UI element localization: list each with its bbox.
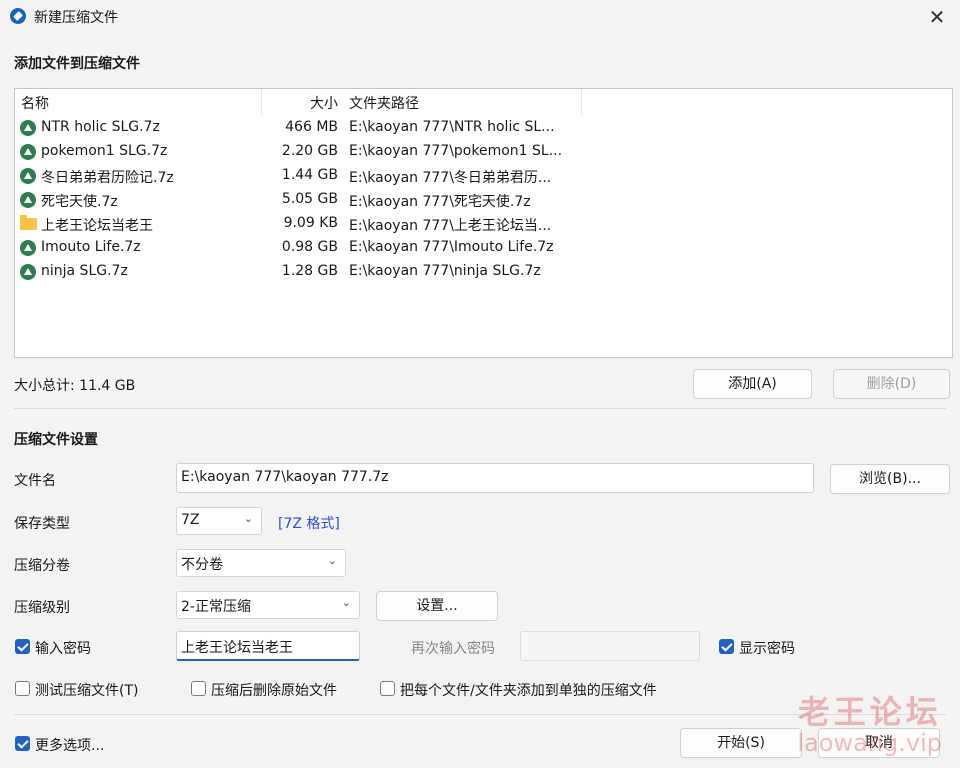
- folder-icon: [20, 215, 37, 230]
- 7z-archive-icon: [20, 168, 36, 184]
- close-icon[interactable]: ✕: [924, 4, 950, 30]
- chevron-down-icon: ⌄: [341, 596, 351, 609]
- watermark-text: 老王论坛: [797, 693, 942, 731]
- file-name: NTR holic SLG.7z: [41, 119, 160, 135]
- list-header: 名称 大小 文件夹路径: [15, 89, 952, 115]
- separate-archives-checkbox[interactable]: [380, 681, 395, 696]
- 7z-archive-icon: [20, 120, 36, 136]
- file-size: 1.28 GB: [281, 263, 338, 279]
- level-select[interactable]: 2-正常压缩 ⌄: [176, 591, 360, 619]
- filename-input[interactable]: E:\kaoyan 777\kaoyan 777.7z: [176, 463, 814, 493]
- file-size: 466 MB: [285, 119, 338, 135]
- file-size: 5.05 GB: [281, 191, 338, 207]
- 7z-archive-icon: [20, 240, 36, 256]
- title-bar: 新建压缩文件 ✕: [0, 0, 960, 34]
- column-divider[interactable]: [581, 89, 582, 115]
- file-name: Imouto Life.7z: [41, 239, 141, 255]
- password-input[interactable]: 上老王论坛当老王: [176, 631, 360, 661]
- type-value: 7Z: [181, 512, 200, 528]
- more-options-checkbox[interactable]: [15, 736, 30, 751]
- table-row[interactable]: ninja SLG.7z 1.28 GB E:\kaoyan 777\ninja…: [15, 260, 952, 284]
- chevron-down-icon: ⌄: [327, 554, 337, 567]
- type-select[interactable]: 7Z ⌄: [176, 507, 262, 535]
- separate-archives-label[interactable]: 把每个文件/文件夹添加到单独的压缩文件: [400, 680, 657, 700]
- settings-section-title: 压缩文件设置: [14, 432, 98, 448]
- delete-after-checkbox[interactable]: [191, 681, 206, 696]
- split-label: 压缩分卷: [14, 558, 70, 574]
- add-section-title: 添加文件到压缩文件: [14, 56, 140, 72]
- 7z-archive-icon: [20, 264, 36, 280]
- file-path: E:\kaoyan 777\pokemon1 SL...: [349, 143, 563, 159]
- file-size: 9.09 KB: [283, 215, 338, 231]
- file-size: 1.44 GB: [281, 167, 338, 183]
- file-name: 死宅天使.7z: [41, 194, 118, 210]
- level-label: 压缩级别: [14, 600, 70, 616]
- level-value: 2-正常压缩: [181, 599, 251, 615]
- total-size: 大小总计: 11.4 GB: [14, 378, 136, 394]
- file-path: E:\kaoyan 777\ninja SLG.7z: [349, 263, 541, 279]
- divider: [14, 714, 946, 715]
- column-header-name[interactable]: 名称: [21, 93, 49, 113]
- reenter-password-input[interactable]: [520, 631, 700, 661]
- start-button[interactable]: 开始(S): [680, 728, 802, 758]
- delete-button[interactable]: 删除(D): [833, 369, 950, 399]
- file-name: 冬日弟弟君历险记.7z: [41, 170, 174, 186]
- divider: [14, 408, 946, 409]
- test-archive-checkbox[interactable]: [15, 681, 30, 696]
- file-path: E:\kaoyan 777\冬日弟弟君历...: [349, 170, 552, 186]
- table-row[interactable]: 冬日弟弟君历险记.7z 1.44 GB E:\kaoyan 777\冬日弟弟君历…: [15, 164, 952, 188]
- file-path: E:\kaoyan 777\上老王论坛当...: [349, 218, 552, 234]
- file-size: 2.20 GB: [281, 143, 338, 159]
- browse-button[interactable]: 浏览(B)...: [830, 464, 950, 494]
- 7z-archive-icon: [20, 144, 36, 160]
- file-path: E:\kaoyan 777\死宅天使.7z: [349, 194, 531, 210]
- more-options-label[interactable]: 更多选项...: [35, 735, 104, 755]
- test-archive-label[interactable]: 测试压缩文件(T): [35, 680, 138, 700]
- file-name: 上老王论坛当老王: [41, 218, 153, 234]
- file-name: ninja SLG.7z: [41, 263, 128, 279]
- format-link[interactable]: [7Z 格式]: [278, 513, 340, 533]
- file-path: E:\kaoyan 777\Imouto Life.7z: [349, 239, 554, 255]
- reenter-password-label: 再次输入密码: [411, 641, 495, 657]
- split-select[interactable]: 不分卷 ⌄: [176, 549, 346, 577]
- file-list[interactable]: 名称 大小 文件夹路径 NTR holic SLG.7z 466 MB E:\k…: [14, 88, 953, 358]
- type-label: 保存类型: [14, 516, 70, 532]
- file-size: 0.98 GB: [281, 239, 338, 255]
- file-path: E:\kaoyan 777\NTR holic SL...: [349, 119, 555, 135]
- column-header-size[interactable]: 大小: [310, 93, 338, 113]
- table-row[interactable]: 死宅天使.7z 5.05 GB E:\kaoyan 777\死宅天使.7z: [15, 188, 952, 212]
- password-checkbox[interactable]: [15, 639, 30, 654]
- table-row[interactable]: NTR holic SLG.7z 466 MB E:\kaoyan 777\NT…: [15, 116, 952, 140]
- cancel-button[interactable]: 取消: [818, 728, 940, 758]
- file-name: pokemon1 SLG.7z: [41, 143, 168, 159]
- chevron-down-icon: ⌄: [243, 512, 253, 525]
- split-value: 不分卷: [181, 557, 223, 573]
- window-title: 新建压缩文件: [34, 10, 118, 26]
- compression-settings-button[interactable]: 设置...: [376, 591, 498, 621]
- table-row[interactable]: pokemon1 SLG.7z 2.20 GB E:\kaoyan 777\po…: [15, 140, 952, 164]
- 7z-archive-icon: [20, 192, 36, 208]
- table-row[interactable]: 上老王论坛当老王 9.09 KB E:\kaoyan 777\上老王论坛当...: [15, 212, 952, 236]
- delete-after-label[interactable]: 压缩后删除原始文件: [211, 680, 337, 700]
- column-header-path[interactable]: 文件夹路径: [349, 93, 419, 113]
- app-icon: [10, 8, 26, 24]
- column-divider[interactable]: [261, 89, 262, 115]
- filename-label: 文件名: [14, 473, 56, 489]
- show-password-checkbox[interactable]: [719, 639, 734, 654]
- show-password-label[interactable]: 显示密码: [739, 638, 795, 658]
- add-button[interactable]: 添加(A): [693, 369, 812, 399]
- password-checkbox-label[interactable]: 输入密码: [35, 638, 91, 658]
- table-row[interactable]: Imouto Life.7z 0.98 GB E:\kaoyan 777\Imo…: [15, 236, 952, 260]
